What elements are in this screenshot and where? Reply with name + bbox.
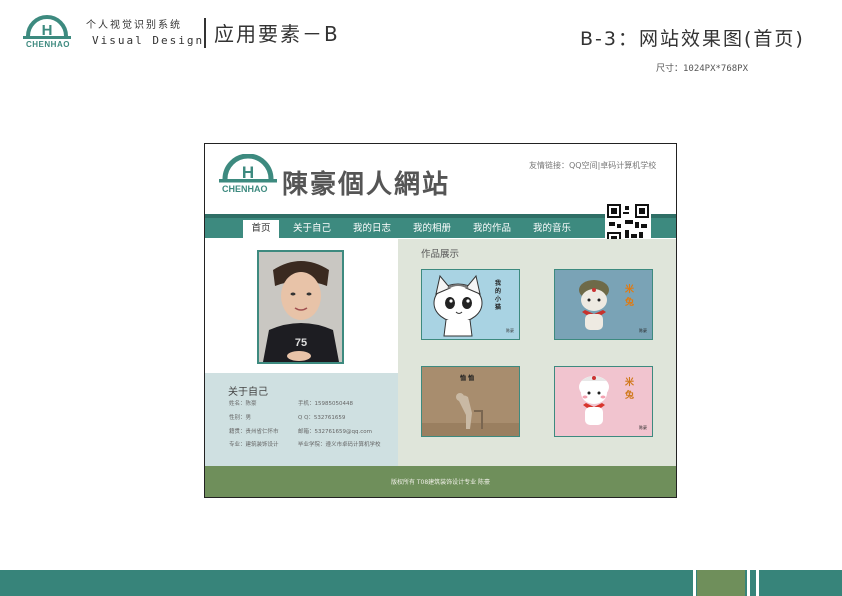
works-title: 作品展示 [421, 249, 460, 260]
work-card-sketch-text: 恤 恤 [460, 375, 475, 382]
brand-name-en: Visual Design [92, 34, 205, 47]
about-major: 专业：建筑装饰设计 [229, 442, 279, 448]
nav-item-music[interactable]: 我的音乐 [529, 220, 575, 238]
bottom-band-stripe [747, 570, 750, 596]
work-card-rabbit[interactable]: 米兔 陈豪 [554, 269, 653, 340]
svg-text:H: H [242, 163, 254, 182]
nav-item-about[interactable]: 关于自己 [289, 220, 335, 238]
bottom-band-stripe [693, 570, 696, 596]
profile-photo: 75 [257, 250, 344, 364]
about-qq: Q Q：532761659 [298, 415, 346, 421]
nav-item-works[interactable]: 我的作品 [469, 220, 515, 238]
bottom-band-accent [697, 570, 745, 596]
work-card-bunny-text: 米兔 [625, 378, 635, 401]
about-school: 毕业学院：遵义市卓码计算机学校 [298, 442, 381, 448]
about-title: 关于自己 [228, 387, 268, 398]
work-card-bunny-tag: 陈豪 [639, 425, 647, 430]
work-card-rabbit-tag: 陈豪 [639, 328, 647, 333]
work-card-sketch[interactable]: 恤 恤 [421, 366, 520, 437]
nav-item-album[interactable]: 我的相册 [409, 220, 455, 238]
friend-links[interactable]: 友情链接：QQ空间|卓码计算机学校 [529, 160, 656, 171]
nav-item-home[interactable]: 首页 [243, 220, 279, 238]
size-note: 尺寸：1024PX*768PX [656, 64, 749, 74]
site-logo-wordmark: CHENHAO [222, 184, 268, 194]
bunny-illustration-icon [579, 376, 609, 425]
footer-copyright: 版权所有 T08建筑装饰设计专业 陈豪 [390, 479, 491, 486]
nav-item-blog[interactable]: 我的日志 [349, 220, 395, 238]
bottom-band-stripe [756, 570, 759, 596]
work-card-cat-tag: 陈豪 [506, 328, 514, 333]
about-email: 邮箱：532761659@qq.com [298, 429, 372, 435]
work-card-cat-text: 我的小猫 [495, 280, 502, 311]
brand-logo: H CHENHAO [22, 14, 72, 50]
svg-text:75: 75 [295, 337, 307, 349]
site-title: 陳豪個人網站 [282, 170, 451, 200]
work-card-bunny[interactable]: 米兔 陈豪 [554, 366, 653, 437]
about-phone: 手机：15985050448 [298, 401, 353, 407]
work-card-cat[interactable]: 我的小猫 陈豪 [421, 269, 520, 340]
about-name: 姓名：陈豪 [229, 401, 257, 407]
website-mockup: H CHENHAO 陳豪個人網站 友情链接：QQ空间|卓码计算机学校 首页 关于… [204, 143, 677, 498]
work-card-rabbit-text: 米兔 [625, 285, 635, 308]
cat-illustration-icon [433, 274, 483, 337]
brand-name-cn: 个人视觉识别系统 [86, 20, 182, 31]
site-logo[interactable]: H CHENHAO [218, 153, 278, 196]
logo-wordmark: CHENHAO [26, 40, 70, 49]
about-gender: 性别：男 [229, 415, 252, 421]
header-divider [204, 18, 206, 48]
rabbit-illustration-icon [579, 280, 609, 330]
person-photo-icon: 75 [259, 252, 342, 362]
svg-text:H: H [42, 22, 53, 39]
about-hometown: 籍贯：贵州省仁怀市 [229, 429, 279, 435]
section-title: 应用要素－B [214, 22, 340, 46]
page-title: B-3：网站效果图(首页) [580, 28, 805, 50]
